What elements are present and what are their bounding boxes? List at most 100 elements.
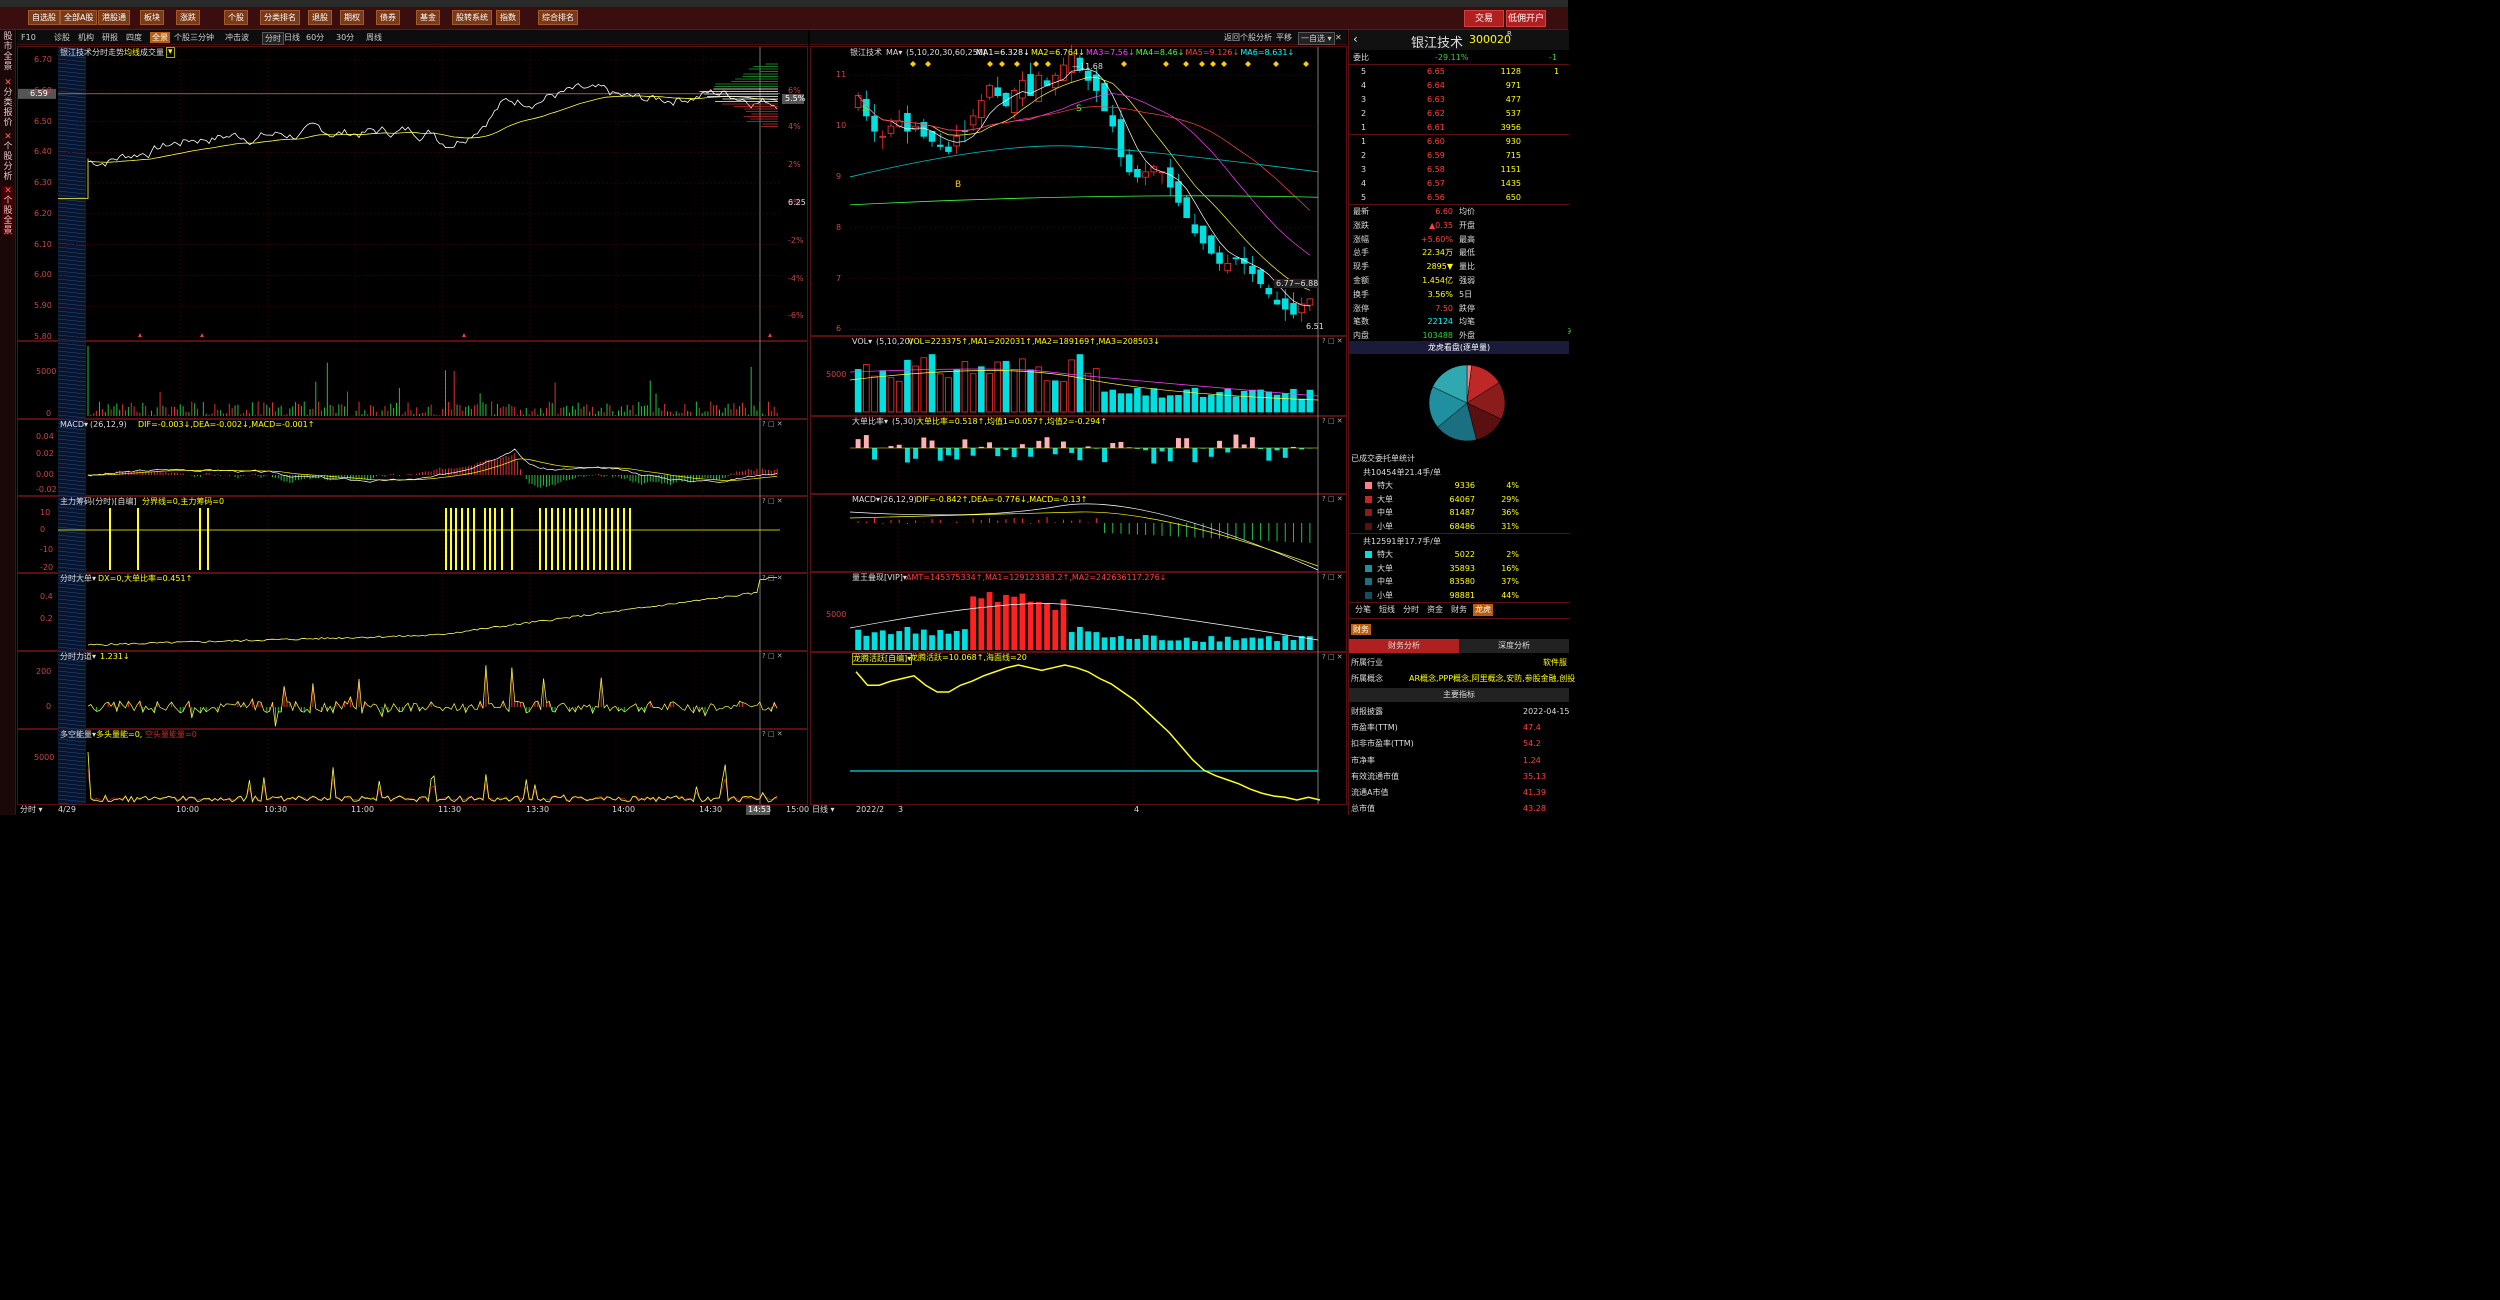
candle-body — [1134, 168, 1141, 178]
quote-tab-3[interactable]: 资金 — [1425, 604, 1445, 616]
marker-tri — [200, 333, 204, 337]
candle-body — [936, 144, 944, 147]
signal-diamond — [1221, 61, 1227, 67]
buy-level-3: 3 6.58 1151 — [1349, 163, 1569, 176]
candle-body — [895, 120, 903, 127]
fin-row-4-cell: 有效流通市值 — [1351, 771, 1399, 781]
amt-bar — [1192, 641, 1198, 650]
sell-level-3-cell: 6.63 — [1427, 95, 1445, 104]
buy-level-1-cell: 930 — [1505, 137, 1521, 146]
amt-bar — [1044, 603, 1050, 650]
dvol-bar — [1216, 392, 1223, 413]
sell-level-2: 2 6.62 537 — [1349, 107, 1569, 120]
dvol-bar — [1093, 368, 1100, 413]
stat-7: 涨停 7.50 跌停 — [1349, 302, 1569, 315]
quote-tab-1[interactable]: 短线 — [1377, 604, 1397, 616]
amt-bar — [1085, 631, 1091, 650]
candle-body — [1076, 57, 1084, 71]
dvol-bar — [1298, 398, 1305, 413]
stat-6-cell: 3.56% — [1427, 289, 1453, 299]
amt-bar — [871, 632, 878, 650]
stat-3: 总手 22.34万 最低 — [1349, 246, 1569, 259]
ddbl-bar — [929, 440, 935, 448]
dvol-bar — [1109, 389, 1117, 413]
back-arrow-icon[interactable]: ‹ — [1353, 32, 1358, 46]
weibi-row-cell: 委比 — [1353, 53, 1369, 62]
finance-tab[interactable]: 财务 — [1351, 624, 1371, 635]
ddbl-bar — [1110, 442, 1116, 448]
buy-row-1-cell: 29% — [1501, 494, 1519, 504]
dvol-bar — [1019, 358, 1026, 413]
quote-tab-4[interactable]: 财务 — [1449, 604, 1469, 616]
dvol-bar — [936, 373, 944, 413]
ddbl-bar — [937, 448, 943, 461]
amt-bar — [1282, 635, 1289, 650]
stat-5-cell: 1.454亿 — [1422, 276, 1453, 285]
signal-diamond — [1033, 61, 1039, 67]
sell-row-3: 小单 98881 44% — [1349, 589, 1569, 602]
dvol-bar — [953, 369, 960, 413]
stat-4-cell: 现手 — [1353, 262, 1369, 272]
fin-row-6: 总市值 43.28 — [1349, 802, 1569, 815]
ddbl-bar — [1217, 440, 1222, 448]
dvol-bar — [1281, 393, 1289, 413]
stat-8-cell: 22124 — [1427, 317, 1453, 327]
ddbl-bar — [1241, 444, 1247, 448]
fin-row-0: 财报披露 2022-04-15 — [1349, 705, 1570, 718]
ddbl-bar — [1249, 437, 1255, 448]
fin-tab-1[interactable]: 深度分析 — [1459, 639, 1569, 653]
ddbl-bar — [1003, 448, 1009, 451]
amt-bar — [1077, 626, 1083, 650]
sell-total: 共12591单17.7手/单 — [1349, 535, 1569, 548]
stat-0: 最新 6.60 均价 — [1349, 205, 1569, 218]
amt-bar — [1003, 594, 1009, 650]
amt-bar — [1298, 635, 1305, 650]
ddbl-bar — [1208, 448, 1214, 457]
big-order-pie — [1428, 364, 1506, 442]
amt-bar — [937, 629, 944, 650]
ddbl-bar — [1266, 448, 1272, 461]
separator — [1349, 533, 1569, 534]
ma60-line — [849, 145, 1319, 178]
sell-level-3-cell: 3 — [1361, 95, 1367, 104]
ddbl-bar — [1036, 440, 1042, 448]
buy-level-1-cell: 1 — [1361, 137, 1367, 146]
dvol-bar — [1166, 395, 1174, 413]
buy-row-3: 小单 68486 31% — [1349, 520, 1569, 533]
stat-2-cell: 最高 — [1459, 234, 1475, 244]
stat-7-cell: 涨停 — [1353, 303, 1369, 313]
ddbl-bar — [1019, 444, 1025, 448]
range-box — [1274, 279, 1318, 288]
sell-row-1-cell: 35893 — [1449, 563, 1475, 573]
candle-body — [1306, 298, 1314, 306]
dvol-bar — [920, 357, 928, 413]
quote-tab-5[interactable]: 龙虎 — [1473, 604, 1493, 616]
ddbl-bar — [1061, 441, 1066, 448]
ddbl-bar — [921, 437, 927, 448]
stat-5: 金额 1.454亿 强弱 — [1349, 274, 1569, 287]
stock-code: 300020 — [1469, 33, 1511, 46]
ddbl-bar — [904, 448, 910, 463]
buy-row-1-cell: 64067 — [1449, 494, 1475, 504]
amt-bar — [1134, 638, 1141, 650]
ddbl-bar — [987, 442, 992, 448]
fin-row-4-cell: 35.13 — [1523, 771, 1546, 781]
separator — [1349, 602, 1569, 603]
ddbl-bar — [1192, 448, 1198, 463]
stat-0-cell: 最新 — [1353, 207, 1369, 216]
buy-level-4-cell: 1435 — [1500, 179, 1521, 188]
legend-swatch — [1365, 591, 1372, 599]
pie-title: 龙虎看盘(逐单量) — [1349, 341, 1569, 354]
fin-row-2-cell: 54.2 — [1523, 739, 1541, 749]
dvol-bar — [1257, 389, 1264, 413]
amt-bar — [1150, 635, 1157, 650]
dvol-bar — [1043, 380, 1051, 413]
fin-tab-0[interactable]: 财务分析 — [1349, 639, 1459, 653]
amt-bar — [970, 596, 976, 650]
quote-tab-0[interactable]: 分笔 — [1353, 604, 1373, 616]
amt-bar — [1175, 640, 1182, 650]
dvol-bar — [1306, 389, 1314, 413]
buy-level-3-cell: 1151 — [1500, 165, 1521, 174]
concept-row: 所属概念 AR概念,PPP概念,阿里概念,安防,参股金融,创投 — [1349, 672, 1575, 685]
quote-tab-2[interactable]: 分时 — [1401, 604, 1421, 616]
